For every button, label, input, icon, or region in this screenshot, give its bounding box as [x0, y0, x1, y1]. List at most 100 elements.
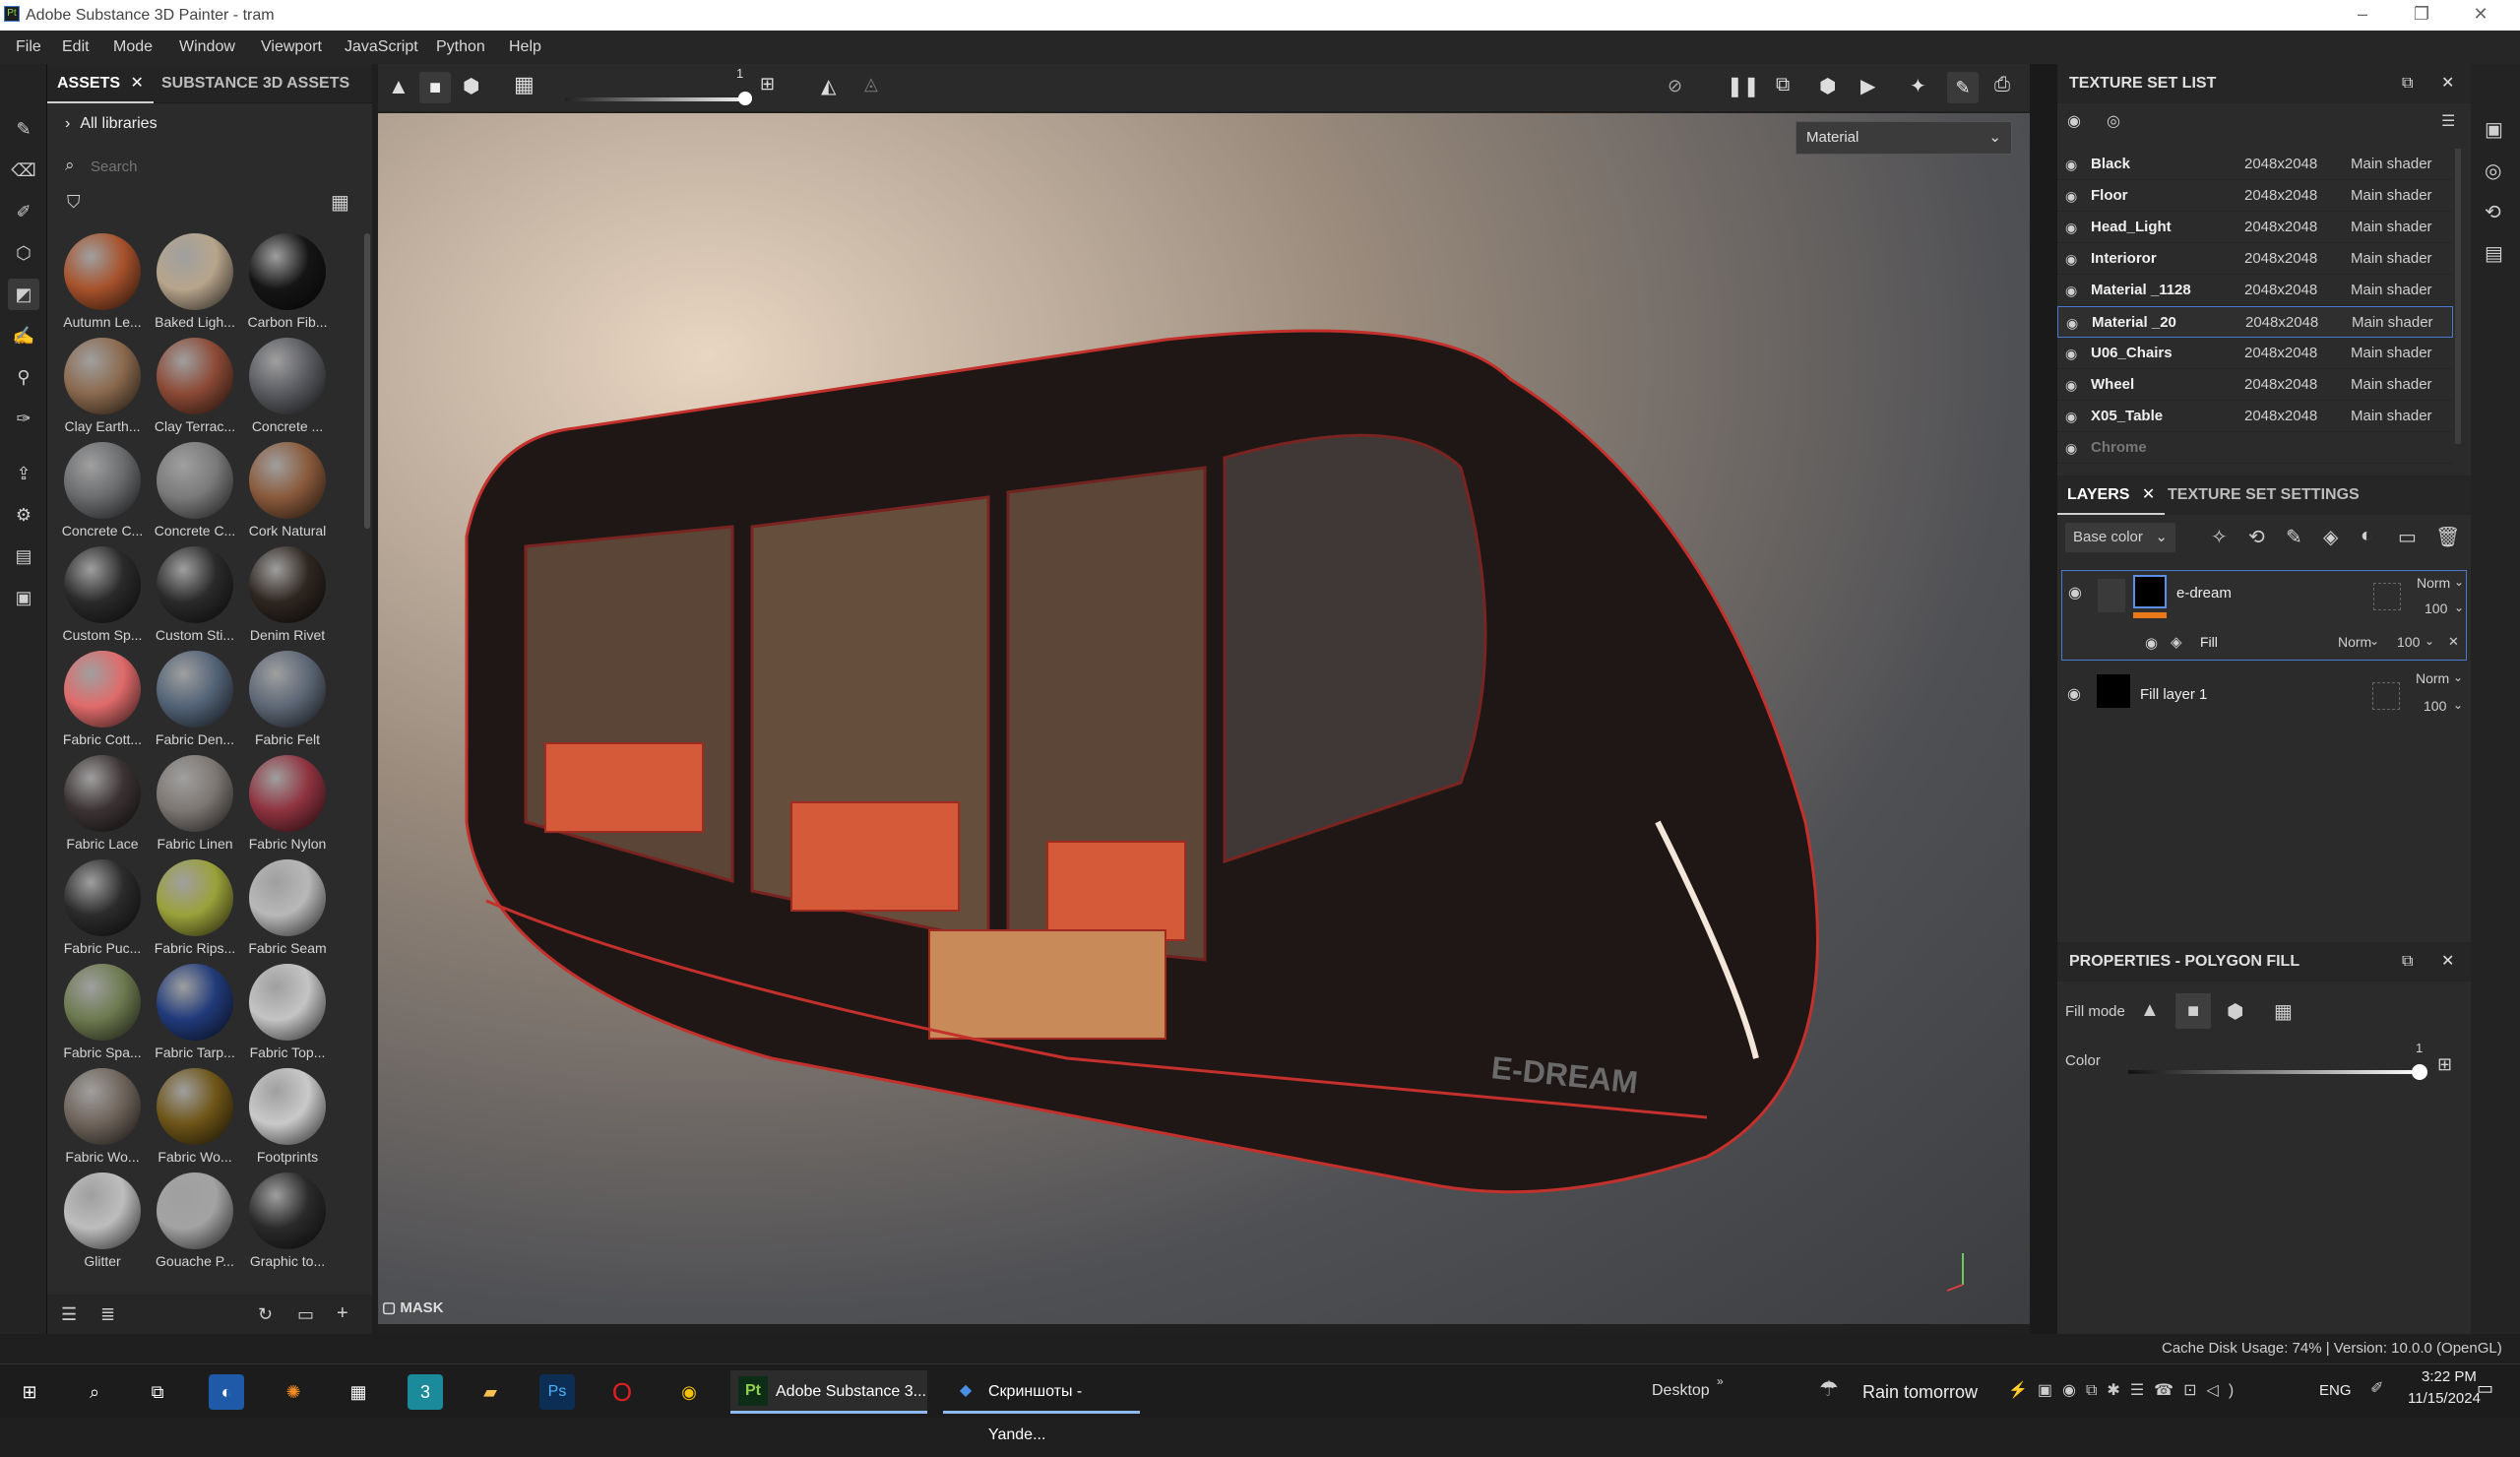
asset-item[interactable]: Fabric Felt: [242, 651, 333, 751]
opera-icon[interactable]: O: [604, 1374, 640, 1410]
asset-item[interactable]: Glitter: [57, 1172, 148, 1273]
asset-item[interactable]: Baked Ligh...: [150, 233, 240, 334]
menu-python[interactable]: Python: [436, 38, 485, 56]
shader-icon[interactable]: ◎: [2485, 158, 2501, 183]
refresh-icon[interactable]: ↻: [258, 1304, 273, 1325]
asset-item[interactable]: Custom Sp...: [57, 546, 148, 647]
texture-set-row[interactable]: ◉ U06_Chairs 2048x2048 Main shader: [2057, 338, 2453, 369]
asset-item[interactable]: Denim Rivet: [242, 546, 333, 647]
paint-mode-icon[interactable]: ✎: [1947, 72, 1979, 103]
tab-texture-set-settings[interactable]: TEXTURE SET SETTINGS: [2158, 475, 2369, 515]
menu-mode[interactable]: Mode: [113, 38, 153, 56]
visibility-eye-icon[interactable]: ◉: [2067, 684, 2081, 704]
texture-set-row[interactable]: ◉ Chrome: [2057, 432, 2453, 464]
menu-icon[interactable]: ☰: [2441, 111, 2455, 131]
uv-chunk-icon[interactable]: ▦: [2274, 999, 2293, 1024]
effect-eye-icon[interactable]: ◉: [2145, 634, 2158, 652]
asset-item[interactable]: Fabric Spa...: [57, 964, 148, 1064]
weather-rain-icon[interactable]: ☂: [1819, 1376, 1839, 1402]
visibility-eye-icon[interactable]: ◉: [2065, 180, 2077, 212]
chevron-right-icon[interactable]: »: [1717, 1374, 1724, 1388]
menu-viewport[interactable]: Viewport: [261, 38, 322, 56]
opacity-value[interactable]: 100: [2424, 698, 2446, 714]
menu-file[interactable]: File: [16, 38, 41, 56]
channel-dropdown[interactable]: Base color ⌄: [2065, 523, 2175, 552]
split-view-icon[interactable]: ⧉: [1776, 74, 1790, 96]
eye-icon[interactable]: ◎: [2107, 111, 2120, 131]
close-tab-icon[interactable]: ✕: [130, 75, 143, 92]
search-input[interactable]: [91, 155, 356, 178]
asset-item[interactable]: Fabric Top...: [242, 964, 333, 1064]
add-paint-layer-icon[interactable]: ✎: [2286, 525, 2302, 549]
close-panel-icon[interactable]: ✕: [2441, 64, 2454, 103]
filter-icon[interactable]: ⛉: [67, 192, 81, 213]
restore-icon[interactable]: ❐: [2402, 4, 2441, 28]
pen-icon[interactable]: ✐: [2370, 1378, 2383, 1398]
uv-chunk-icon[interactable]: ▦: [514, 72, 535, 97]
smudge-icon[interactable]: ✍: [8, 320, 39, 351]
add-icon[interactable]: +: [337, 1302, 348, 1325]
task-view-icon[interactable]: ⧉: [140, 1374, 175, 1410]
asset-item[interactable]: Fabric Puc...: [57, 859, 148, 960]
texture-set-row[interactable]: ◉ Wheel 2048x2048 Main shader: [2057, 369, 2453, 401]
visibility-eye-icon[interactable]: ◉: [2065, 401, 2077, 432]
color-picker-icon[interactable]: ⊞: [760, 74, 775, 95]
hide-icon[interactable]: ⊘: [1668, 76, 1682, 96]
scrollbar-thumb[interactable]: [364, 233, 370, 529]
symmetry-icon[interactable]: ◭: [821, 74, 836, 98]
view-mode-icon[interactable]: ⬢: [1819, 74, 1836, 98]
notifications-icon[interactable]: ▭: [2477, 1378, 2493, 1399]
asset-item[interactable]: Fabric Cott...: [57, 651, 148, 751]
3d-canvas[interactable]: Material ⌄ E-DREAM: [378, 113, 2030, 1324]
menu-help[interactable]: Help: [509, 38, 541, 56]
asset-item[interactable]: Fabric Rips...: [150, 859, 240, 960]
taskbar-app-screenshots[interactable]: ◆ Скриншоты - Yande...: [943, 1370, 1140, 1443]
visibility-eye-icon[interactable]: ◉: [2065, 212, 2077, 243]
visibility-eye-icon[interactable]: ◉: [2065, 338, 2077, 369]
color-picker-icon[interactable]: ⊞: [2437, 1054, 2452, 1075]
paint-brush-icon[interactable]: ✎: [8, 113, 39, 145]
layer-item-e-dream[interactable]: ◉ e-dream Norm ⌄ 100 ⌄ ◉ ◈ Fill Norm ⌄ 1…: [2061, 570, 2467, 661]
asset-item[interactable]: Concrete C...: [57, 442, 148, 542]
desktop-toolbar[interactable]: Desktop: [1652, 1382, 1710, 1400]
tab-substance-3d-assets[interactable]: SUBSTANCE 3D ASSETS: [152, 64, 359, 103]
new-folder-icon[interactable]: ▭: [297, 1304, 314, 1325]
clock-date[interactable]: 11/15/2024: [2408, 1390, 2481, 1407]
texture-set-scrollbar[interactable]: [2455, 149, 2461, 444]
windows-start-icon[interactable]: ⊞: [12, 1374, 47, 1410]
file-explorer-icon[interactable]: ▰: [472, 1374, 508, 1410]
clock-time[interactable]: 3:22 PM: [2422, 1368, 2477, 1385]
color-slider-handle[interactable]: [2412, 1064, 2427, 1080]
polygon-fill-mode-icon[interactable]: ■: [419, 72, 451, 103]
triangle-fill-icon[interactable]: ▲: [388, 74, 410, 99]
visibility-eye-icon[interactable]: ◉: [2065, 149, 2077, 180]
bake-icon[interactable]: ⚙: [8, 499, 39, 531]
blend-mode-dropdown[interactable]: Norm: [2416, 670, 2449, 686]
effect-blend-dropdown[interactable]: Norm: [2338, 634, 2371, 650]
search-bar[interactable]: ⌕: [57, 151, 364, 182]
texture-set-row[interactable]: ◉ Material _20 2048x2048 Main shader: [2057, 306, 2453, 338]
add-effect-icon[interactable]: ✧: [2211, 525, 2228, 549]
polygon-fill-icon[interactable]: ◩: [8, 279, 39, 310]
layer-item-fill-layer-1[interactable]: ◉ Fill layer 1 Norm ⌄ 100 ⌄: [2061, 665, 2467, 724]
visibility-eye-icon[interactable]: ◉: [2068, 583, 2082, 602]
opacity-value[interactable]: 100: [2425, 601, 2447, 616]
taskbar-app-substance[interactable]: Pt Adobe Substance 3...: [730, 1370, 927, 1414]
asset-item[interactable]: Fabric Tarp...: [150, 964, 240, 1064]
color-picker-icon[interactable]: ✑: [8, 403, 39, 434]
asset-item[interactable]: Fabric Wo...: [57, 1068, 148, 1169]
asset-item[interactable]: Autumn Le...: [57, 233, 148, 334]
visibility-eye-icon[interactable]: ◉: [2065, 243, 2077, 275]
screenshot-icon[interactable]: ⎙: [1994, 74, 2010, 96]
pause-icon[interactable]: ❚❚: [1727, 74, 1760, 98]
chrome-icon[interactable]: ◉: [671, 1374, 707, 1410]
asset-item[interactable]: Clay Earth...: [57, 338, 148, 438]
asset-item[interactable]: Carbon Fib...: [242, 233, 333, 334]
details-view-icon[interactable]: ≣: [100, 1304, 115, 1325]
geometry-mask-icon[interactable]: ⬡: [8, 237, 39, 269]
system-tray-icons[interactable]: ⚡▣◉⧉✱☰☎⊡◁): [2008, 1380, 2243, 1400]
menu-edit[interactable]: Edit: [62, 38, 90, 56]
effect-opacity[interactable]: 100: [2397, 634, 2420, 650]
texture-set-row[interactable]: ◉ Head_Light 2048x2048 Main shader: [2057, 212, 2453, 243]
asset-item[interactable]: Concrete C...: [150, 442, 240, 542]
